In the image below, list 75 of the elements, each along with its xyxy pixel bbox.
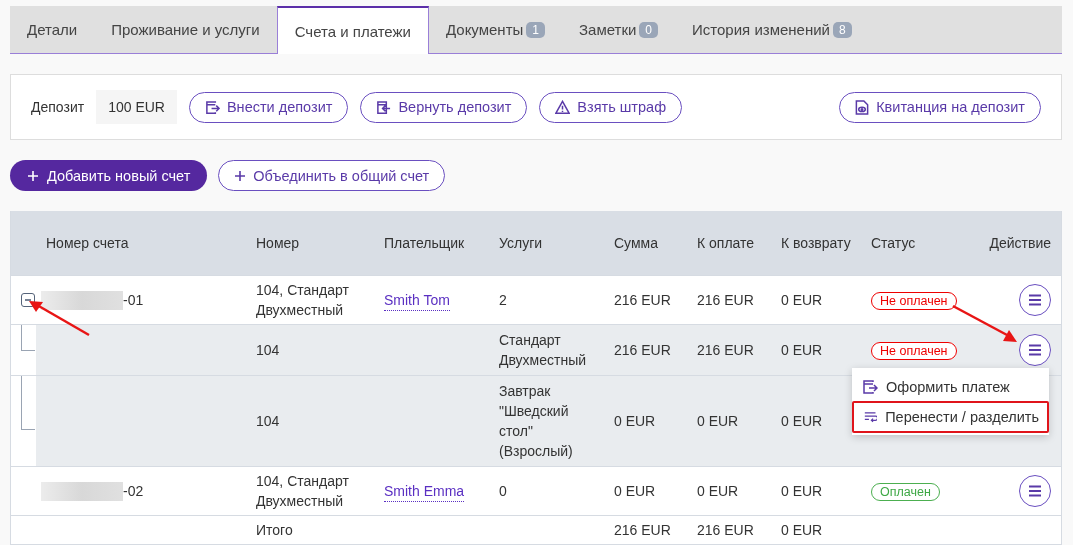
payer-link[interactable]: Smith Emma — [384, 483, 465, 502]
invoice-number: -02 — [123, 482, 144, 501]
payer-link[interactable]: Smith Tom — [384, 292, 450, 311]
deposit-action-button[interactable]: Вернуть депозит — [360, 91, 528, 123]
status-badge: Не оплачен — [871, 341, 957, 360]
table-cell-text: 216 EUR — [697, 521, 755, 540]
menu-icon — [1028, 485, 1042, 497]
menu-item[interactable]: Перенести / разделить — [852, 401, 1049, 433]
table-cell-text: 2 — [499, 291, 508, 310]
document-eye-icon — [855, 99, 870, 115]
count-badge: 0 — [639, 21, 659, 38]
deposit-amount: 100 EUR — [96, 90, 177, 124]
table-cell-text: Завтрак "Шведский стол" (Взрослый) — [499, 382, 574, 461]
table-cell-text: 104 — [256, 412, 281, 431]
table-cell-text: 0 EUR — [781, 341, 824, 360]
deposit-in-icon — [204, 99, 220, 115]
payment-icon — [862, 378, 878, 395]
column-header: Услуги — [499, 234, 544, 253]
count-badge: 8 — [832, 21, 852, 38]
table-cell-text: 0 EUR — [781, 291, 824, 310]
table-cell-text: 104, Стандарт Двухместный — [256, 472, 350, 511]
add-invoice-button[interactable]: Добавить новый счет — [10, 160, 208, 191]
tree-line — [21, 325, 35, 351]
plus-icon — [234, 169, 247, 182]
table-cell-text: 216 EUR — [697, 291, 755, 310]
column-header: Действие — [988, 234, 1052, 253]
deposit-label: Депозит — [31, 99, 85, 115]
column-header: Плательщик — [384, 234, 466, 253]
status-badge: Оплачен — [871, 482, 940, 501]
table-cell-text: 0 EUR — [697, 482, 740, 501]
menu-item[interactable]: Оформить платеж — [852, 374, 1049, 399]
table-cell-text: 0 EUR — [614, 482, 657, 501]
table-cell-text: 216 EUR — [614, 521, 672, 540]
column-header: Номер — [256, 234, 301, 253]
table-cell-text: 104, Стандарт Двухместный — [256, 281, 350, 320]
tab[interactable]: Счета и платежи — [276, 6, 429, 54]
actions-menu-button[interactable] — [1019, 475, 1051, 507]
menu-icon — [1028, 294, 1042, 306]
tab[interactable]: Заметки 0 — [562, 6, 676, 53]
table-cell-text: 0 EUR — [614, 412, 657, 431]
tree-line — [21, 376, 35, 430]
warning-icon — [555, 99, 571, 115]
table-cell-text: 0 EUR — [697, 412, 740, 431]
invoice-number: -01 — [123, 291, 144, 310]
column-header: К возврату — [781, 234, 852, 253]
status-badge: Не оплачен — [871, 291, 957, 310]
tab[interactable]: Проживание и услуги — [94, 6, 277, 53]
actions-menu-button[interactable] — [1019, 334, 1051, 366]
column-header: Номер счета — [45, 234, 130, 253]
column-header: К оплате — [697, 234, 756, 253]
table-cell-text: 216 EUR — [697, 341, 755, 360]
receipt-button[interactable]: Квитанция на депозит — [839, 91, 1041, 123]
plus-icon — [27, 169, 39, 182]
tab[interactable]: Детали — [10, 6, 95, 53]
count-badge: 1 — [526, 21, 545, 38]
deposit-action-button[interactable]: Внести депозит — [188, 91, 349, 123]
actions-menu-button[interactable] — [1019, 284, 1051, 316]
table-cell-text: 0 EUR — [781, 482, 824, 501]
tab[interactable]: История изменений 8 — [675, 6, 869, 53]
column-header: Сумма — [614, 234, 659, 253]
tab[interactable]: Документы 1 — [428, 6, 562, 53]
total-label: Итого — [256, 521, 294, 540]
deposit-action-button[interactable]: Взять штраф — [539, 91, 683, 123]
table-cell-text: Стандарт Двухместный — [499, 331, 588, 370]
table-cell-text: 0 EUR — [781, 521, 824, 540]
table-cell-text: 104 — [256, 341, 281, 360]
menu-icon — [1028, 344, 1042, 356]
table-cell-text: 216 EUR — [614, 291, 672, 310]
deposit-return-icon — [376, 99, 392, 115]
column-header: Статус — [871, 234, 917, 253]
table-cell-text: 0 — [499, 482, 508, 501]
table-cell-text: 216 EUR — [614, 341, 672, 360]
table-cell-text: 0 EUR — [781, 412, 824, 431]
transfer-icon — [864, 410, 878, 424]
merge-invoice-button[interactable]: Объединить в общий счет — [218, 160, 446, 191]
